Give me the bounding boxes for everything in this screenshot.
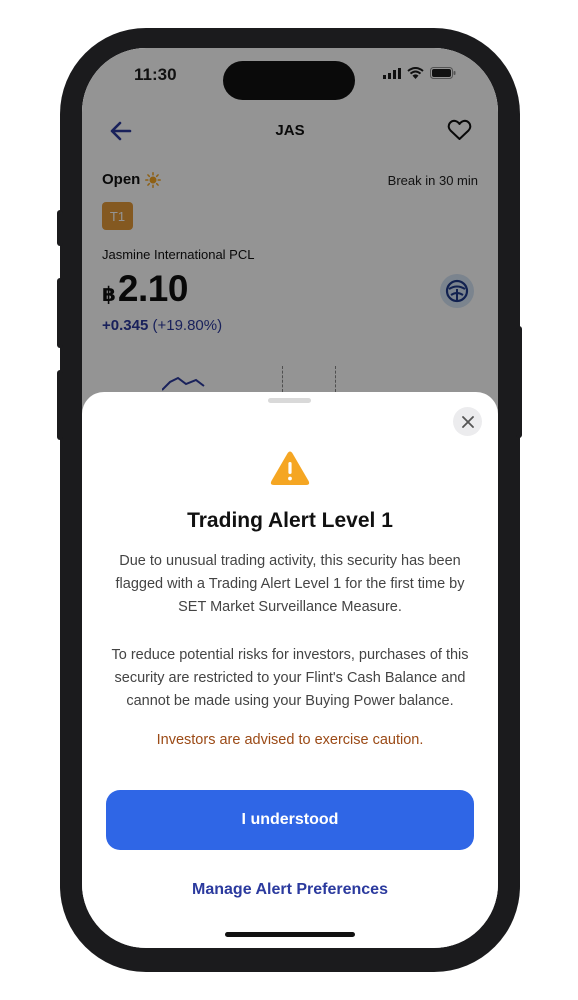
side-button-volume-up bbox=[57, 278, 63, 348]
home-indicator[interactable] bbox=[225, 932, 355, 937]
alert-title: Trading Alert Level 1 bbox=[187, 509, 393, 532]
sheet-grabber[interactable] bbox=[268, 398, 311, 403]
battery-icon bbox=[430, 67, 456, 79]
status-time: 11:30 bbox=[134, 65, 177, 84]
alert-description: Due to unusual trading activity, this se… bbox=[115, 553, 465, 615]
wifi-icon bbox=[407, 67, 424, 79]
phone-screen: 11:30 JAS Open Break in 30 min T1 Jasmin… bbox=[82, 48, 498, 948]
status-icons bbox=[383, 67, 456, 79]
side-button-silent bbox=[57, 210, 63, 246]
side-button-volume-down bbox=[57, 370, 63, 440]
close-icon bbox=[461, 415, 474, 428]
warning-icon bbox=[270, 451, 310, 485]
understood-button[interactable]: I understood bbox=[106, 790, 474, 850]
dynamic-island bbox=[223, 61, 355, 100]
alert-restriction-text: To reduce potential risks for investors,… bbox=[111, 647, 469, 709]
signal-icon bbox=[383, 67, 401, 79]
close-button[interactable] bbox=[453, 407, 482, 436]
trading-alert-sheet: Trading Alert Level 1 Due to unusual tra… bbox=[82, 392, 498, 948]
side-button-power bbox=[516, 326, 522, 438]
manage-alert-preferences-link[interactable]: Manage Alert Preferences bbox=[82, 881, 498, 899]
caution-text: Investors are advised to exercise cautio… bbox=[156, 732, 424, 748]
